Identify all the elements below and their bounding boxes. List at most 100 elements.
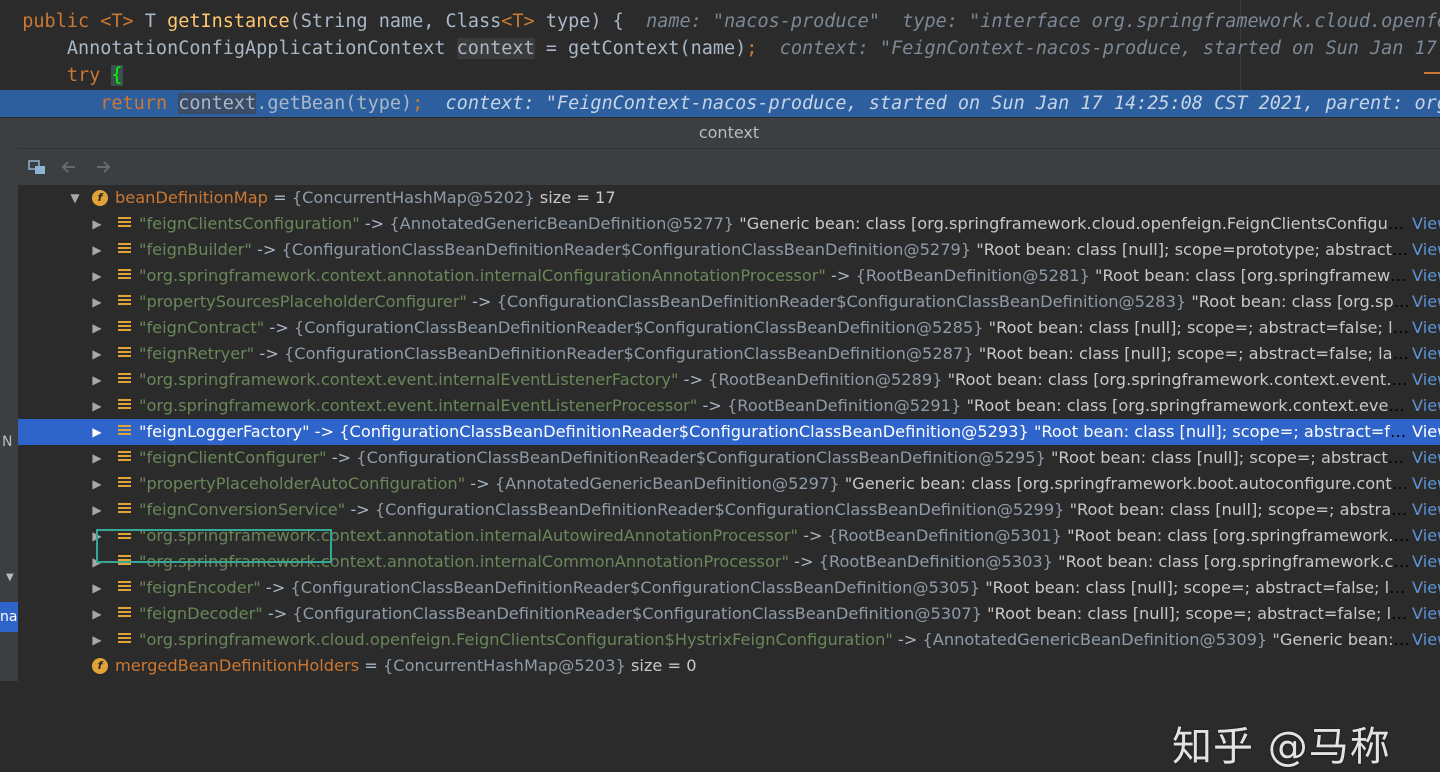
map-entry-icon xyxy=(118,581,131,594)
entry-text: "feignConversionService" -> {Configurati… xyxy=(139,497,1410,523)
inline-hint-context: context: "FeignContext-nacos-produce, st… xyxy=(779,38,1437,59)
entry-key: "org.springframework.context.annotation.… xyxy=(139,552,789,571)
tree-row-bean-definition-map[interactable]: ▼ f beanDefinitionMap = {ConcurrentHashM… xyxy=(18,185,1440,211)
view-link[interactable]: View xyxy=(1412,367,1440,393)
view-link[interactable]: View xyxy=(1412,549,1440,575)
tree-row[interactable]: ▶ "org.springframework.cloud.openfeign.Fe… xyxy=(18,627,1440,653)
expand-arrow-icon[interactable]: ▶ xyxy=(90,367,104,393)
field-size: size = 17 xyxy=(539,188,616,207)
entry-value: "Root bean: class [null]; scope=; abstra… xyxy=(985,578,1410,597)
expand-arrow-icon[interactable]: ▶ xyxy=(90,445,104,471)
view-link[interactable]: View xyxy=(1412,237,1440,263)
expand-arrow-icon[interactable]: ▶ xyxy=(90,315,104,341)
tree-row[interactable]: ▶ "propertyPlaceholderAutoConfiguration" … xyxy=(18,471,1440,497)
view-link[interactable]: View xyxy=(1412,575,1440,601)
entry-value: "Root bean: class [org.springframework.c… xyxy=(1058,552,1410,571)
entry-text: "feignRetryer" -> {ConfigurationClassBea… xyxy=(139,341,1410,367)
tree-row-merged-bean-definition-holders[interactable]: f mergedBeanDefinitionHolders = {Concurr… xyxy=(18,653,1440,679)
expand-arrow-icon[interactable]: ▶ xyxy=(90,523,104,549)
tree-row[interactable]: ▶ "org.springframework.context.annotation… xyxy=(18,549,1440,575)
expand-arrow-icon[interactable]: ▶ xyxy=(90,263,104,289)
entry-text: "feignClientConfigurer" -> {Configuratio… xyxy=(139,445,1410,471)
tree-row[interactable]: ▶ "org.springframework.context.event.inte… xyxy=(18,367,1440,393)
view-link[interactable]: View xyxy=(1412,289,1440,315)
expand-arrow-icon[interactable]: ▶ xyxy=(90,237,104,263)
expand-arrow-icon[interactable]: ▶ xyxy=(90,627,104,653)
expand-arrow-icon[interactable]: ▶ xyxy=(90,601,104,627)
tree-row[interactable]: ▶ "org.springframework.context.annotation… xyxy=(18,523,1440,549)
entry-key: "feignClientConfigurer" xyxy=(139,448,327,467)
entry-ref: {ConfigurationClassBeanDefinitionReader$… xyxy=(292,604,982,623)
tree-row[interactable]: ▶ "feignClientsConfiguration" -> {Annotat… xyxy=(18,211,1440,237)
tree-row[interactable]: ▶ "feignClientConfigurer" -> {Configurati… xyxy=(18,445,1440,471)
forward-arrow-icon[interactable] xyxy=(93,157,113,177)
view-link[interactable]: View xyxy=(1412,341,1440,367)
entry-arrow: -> xyxy=(466,292,497,311)
view-link[interactable]: View xyxy=(1412,601,1440,627)
entry-value: "Generic bean: class [org.springframewor… xyxy=(739,214,1410,233)
map-entry-icon xyxy=(118,399,131,412)
code-line-3[interactable]: try { xyxy=(0,62,1440,89)
expand-arrow-icon[interactable]: ▶ xyxy=(90,289,104,315)
expand-arrow-icon[interactable]: ▶ xyxy=(90,393,104,419)
entry-ref: {ConfigurationClassBeanDefinitionReader$… xyxy=(293,318,984,337)
entry-arrow: -> xyxy=(359,214,390,233)
tree-row[interactable]: ▶ "feignEncoder" -> {ConfigurationClassBe… xyxy=(18,575,1440,601)
back-arrow-icon[interactable] xyxy=(59,157,79,177)
entry-text: "feignLoggerFactory" -> {ConfigurationCl… xyxy=(139,419,1410,445)
entry-text: "feignDecoder" -> {ConfigurationClassBea… xyxy=(139,601,1410,627)
expand-arrow-icon[interactable]: ▶ xyxy=(90,341,104,367)
code-line-1[interactable]: public <T> T getInstance(String name, Cl… xyxy=(0,8,1440,35)
map-entry-icon xyxy=(118,451,131,464)
view-link[interactable]: View xyxy=(1412,497,1440,523)
view-link[interactable]: View xyxy=(1412,627,1440,653)
tree-row[interactable]: ▶ "feignContract" -> {ConfigurationClassB… xyxy=(18,315,1440,341)
entry-key: "org.springframework.context.event.inter… xyxy=(139,396,698,415)
variables-tree[interactable]: ▼ f beanDefinitionMap = {ConcurrentHashM… xyxy=(18,185,1440,681)
entry-ref: {AnnotatedGenericBeanDefinition@5277} xyxy=(389,214,735,233)
tree-row[interactable]: ▶ "feignConversionService" -> {Configurat… xyxy=(18,497,1440,523)
entry-ref: {AnnotatedGenericBeanDefinition@5309} xyxy=(922,630,1268,649)
view-link[interactable]: View xyxy=(1412,419,1440,445)
code-editor[interactable]: public <T> T getInstance(String name, Cl… xyxy=(0,0,1440,118)
context-var-usage: context xyxy=(178,93,257,114)
entry-arrow: -> xyxy=(326,448,357,467)
tree-row[interactable]: ▶ "org.springframework.context.annotation… xyxy=(18,263,1440,289)
tree-row[interactable]: ▶ "propertySourcesPlaceholderConfigurer" … xyxy=(18,289,1440,315)
entry-arrow: -> xyxy=(797,526,828,545)
expand-arrow-icon[interactable]: ▶ xyxy=(90,211,104,237)
tree-row[interactable]: ▶ "feignLoggerFactory" -> {ConfigurationC… xyxy=(18,419,1440,445)
entry-value: "Generic bean: class [org.springframewor… xyxy=(844,474,1410,493)
expand-arrow-icon[interactable]: ▶ xyxy=(90,497,104,523)
code-line-2[interactable]: AnnotationConfigApplicationContext conte… xyxy=(0,35,1440,62)
code-line-4-current[interactable]: return context.getBean(type); context: "… xyxy=(0,90,1440,117)
tree-row[interactable]: ▶ "feignRetryer" -> {ConfigurationClassBe… xyxy=(18,341,1440,367)
view-link[interactable]: View xyxy=(1412,471,1440,497)
expand-arrow-icon[interactable]: ▶ xyxy=(90,419,104,445)
view-link[interactable]: View xyxy=(1412,211,1440,237)
expand-arrow-icon[interactable]: ▶ xyxy=(90,549,104,575)
view-link[interactable]: View xyxy=(1412,445,1440,471)
strip-active-label: na xyxy=(0,609,18,625)
tree-row[interactable]: ▶ "feignBuilder" -> {ConfigurationClassBe… xyxy=(18,237,1440,263)
map-entry-icon xyxy=(118,217,131,230)
chevron-down-icon[interactable]: ▼ xyxy=(6,572,14,583)
entry-value: "Root bean: class [null]; scope=; abstra… xyxy=(988,318,1410,337)
entry-value: "Root bean: class [null]; scope=; abstra… xyxy=(1033,422,1410,441)
popup-title: context xyxy=(18,118,1440,149)
view-link[interactable]: View xyxy=(1412,393,1440,419)
entry-arrow: -> xyxy=(788,552,819,571)
map-entry-icon xyxy=(118,503,131,516)
entry-text: "feignContract" -> {ConfigurationClassBe… xyxy=(139,315,1410,341)
collapse-arrow-icon[interactable]: ▼ xyxy=(68,185,82,211)
tree-row[interactable]: ▶ "org.springframework.context.event.inte… xyxy=(18,393,1440,419)
expand-arrow-icon[interactable]: ▶ xyxy=(90,471,104,497)
restore-layout-icon[interactable] xyxy=(27,157,47,177)
view-link[interactable]: View xyxy=(1412,523,1440,549)
view-link[interactable]: View xyxy=(1412,315,1440,341)
entry-arrow: -> xyxy=(309,422,340,441)
expand-arrow-icon[interactable]: ▶ xyxy=(90,575,104,601)
map-entry-icon xyxy=(118,555,131,568)
view-link[interactable]: View xyxy=(1412,263,1440,289)
tree-row[interactable]: ▶ "feignDecoder" -> {ConfigurationClassBe… xyxy=(18,601,1440,627)
